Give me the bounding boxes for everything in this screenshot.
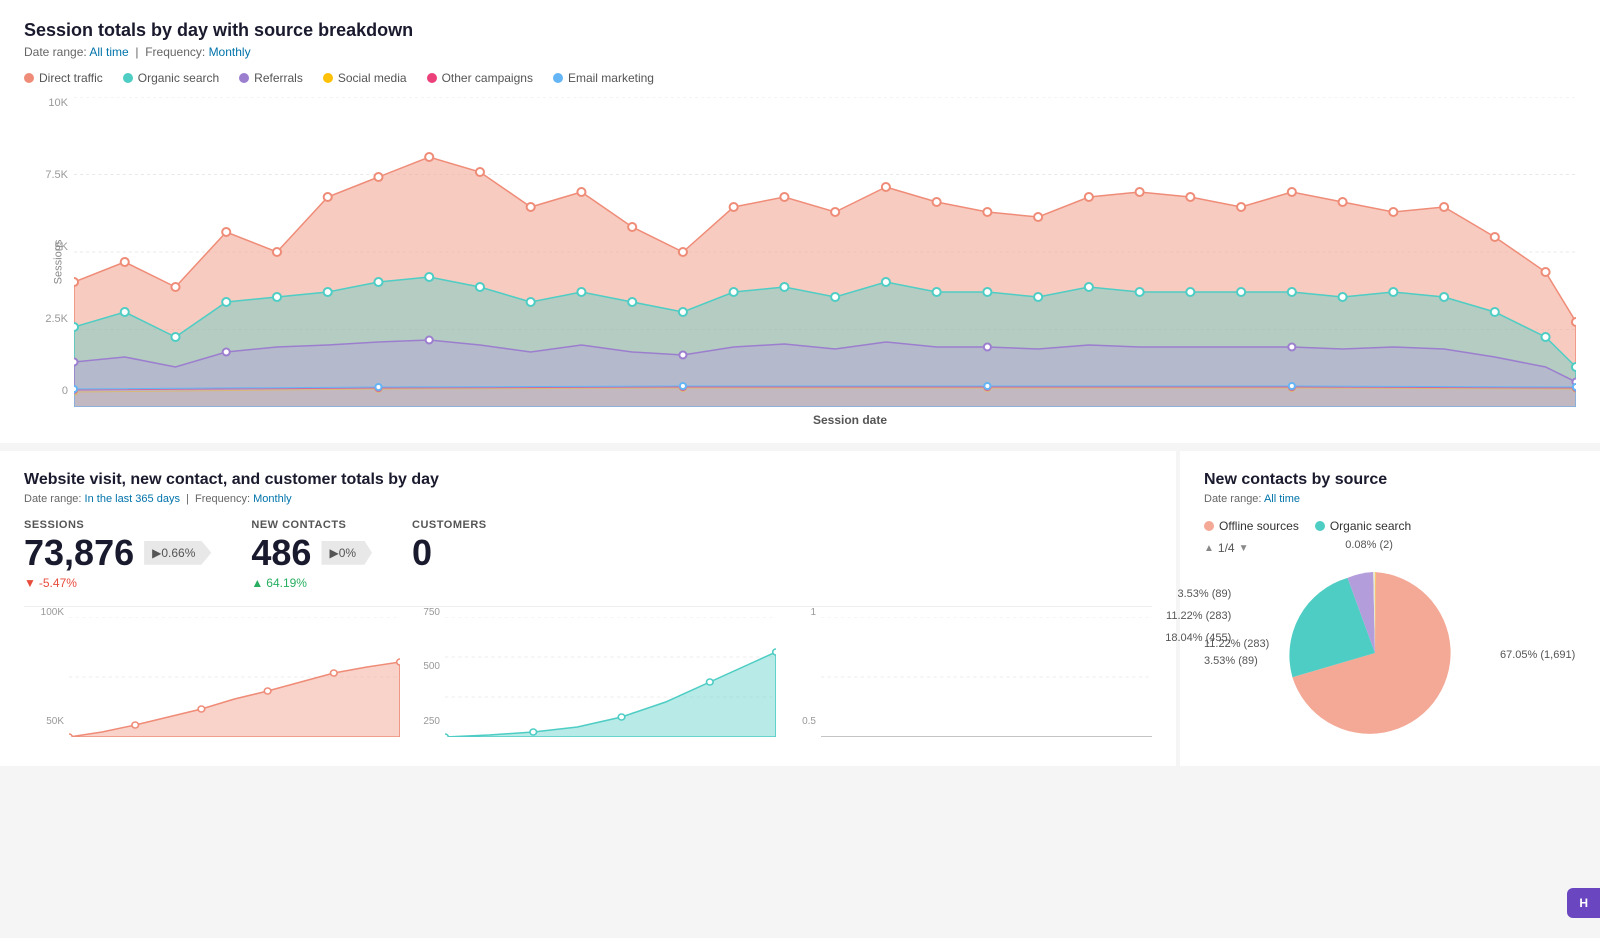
sessions-label: SESSIONS <box>24 519 211 531</box>
legend-dot-referrals <box>239 73 249 83</box>
bottom-right-panel: New contacts by source Date range: All t… <box>1180 451 1600 766</box>
legend-label-other: Other campaigns <box>442 71 533 85</box>
pie-right-label: 67.05% (1,691) <box>1500 649 1575 661</box>
pie-svg <box>1285 563 1465 743</box>
sessions-y-100k: 100K <box>24 607 64 618</box>
contacts-metric: NEW CONTACTS 486 ▶ 0% ▲ 64.19% <box>251 519 372 590</box>
legend-dot-organic <box>123 73 133 83</box>
customers-mini-chart: 1 0.5 <box>776 606 1152 740</box>
top-chart-subtitle: Date range: All time | Frequency: Monthl… <box>24 45 1576 59</box>
contacts-value: 486 <box>251 533 311 573</box>
sessions-mini-svg <box>69 617 400 737</box>
legend-dot-direct <box>24 73 34 83</box>
pie-label-offline: Offline sources <box>1219 519 1299 533</box>
top-chart-frequency: Monthly <box>209 45 251 59</box>
customers-y-05: 0.5 <box>776 716 816 727</box>
pie-dot-offline <box>1204 521 1214 531</box>
y-tick-10k: 10K <box>24 97 68 109</box>
y-tick-75k: 7.5K <box>24 169 68 181</box>
legend-label-direct: Direct traffic <box>39 71 103 85</box>
legend-label-email: Email marketing <box>568 71 654 85</box>
sessions-mini-chart: 100K 50K <box>24 606 400 740</box>
legend-label-social: Social media <box>338 71 407 85</box>
customers-y-1: 1 <box>776 607 816 618</box>
bottom-left-title: Website visit, new contact, and customer… <box>24 471 1152 489</box>
sessions-y-50k: 50K <box>24 716 64 727</box>
legend-label-organic: Organic search <box>138 71 219 85</box>
pie-pagination: 1/4 <box>1218 541 1235 555</box>
x-axis-label: Session date <box>124 413 1576 427</box>
contacts-y-750: 750 <box>400 607 440 618</box>
sessions-badge: ▶ 0.66% <box>144 541 211 565</box>
contacts-y-250: 250 <box>400 716 440 727</box>
legend-label-referrals: Referrals <box>254 71 303 85</box>
y-tick-25k: 2.5K <box>24 313 68 325</box>
contacts-badge: ▶ 0% <box>321 541 372 565</box>
bottom-left-panel: Website visit, new contact, and customer… <box>0 451 1176 766</box>
legend-item-organic: Organic search <box>123 71 219 85</box>
pie-label-organic: Organic search <box>1330 519 1411 533</box>
pie-chart-wrapper: 11.22% (283) 3.53% (89) 11.22% (283) 3.5… <box>1204 563 1576 746</box>
y-axis-label: Sessions <box>52 240 64 285</box>
pie-pct-1804: 18.04% (455) <box>1165 627 1231 649</box>
customers-metric: CUSTOMERS 0 <box>412 519 487 573</box>
sessions-metric: SESSIONS 73,876 ▶ 0.66% ▼ -5.47% <box>24 519 211 590</box>
br-date-range: All time <box>1264 493 1300 505</box>
legend-item-referrals: Referrals <box>239 71 303 85</box>
metrics-row: SESSIONS 73,876 ▶ 0.66% ▼ -5.47% NEW CON… <box>24 519 1152 590</box>
pie-top-label: 0.08% (2) <box>1345 539 1393 551</box>
contacts-mini-chart: 750 500 250 <box>400 606 776 740</box>
contacts-change: ▲ 64.19% <box>251 576 372 590</box>
contacts-y-500: 500 <box>400 661 440 672</box>
legend-dot-social <box>323 73 333 83</box>
legend-item-other: Other campaigns <box>427 71 533 85</box>
pie-pct-353: 3.53% (89) <box>1165 583 1231 605</box>
pie-dot-organic <box>1315 521 1325 531</box>
customers-label: CUSTOMERS <box>412 519 487 531</box>
contacts-mini-svg <box>445 617 776 737</box>
mini-charts-row: 100K 50K 750 <box>24 606 1152 740</box>
legend-item-social: Social media <box>323 71 407 85</box>
top-chart-title: Session totals by day with source breakd… <box>24 20 1576 41</box>
legend-dot-other <box>427 73 437 83</box>
legend-item-email: Email marketing <box>553 71 654 85</box>
main-chart-svg: Sep 2017 Feb 2018 Jul 2018 Dec 2018 May … <box>74 97 1576 407</box>
sessions-value: 73,876 <box>24 533 134 573</box>
y-tick-0: 0 <box>24 385 68 397</box>
bl-frequency: Monthly <box>253 493 292 505</box>
contacts-label: NEW CONTACTS <box>251 519 372 531</box>
pie-nav-down-icon[interactable]: ▼ <box>1239 543 1249 554</box>
legend-item-direct: Direct traffic <box>24 71 103 85</box>
top-chart-legend: Direct traffic Organic search Referrals … <box>24 71 1576 85</box>
pie-nav-up-icon[interactable]: ▲ <box>1204 543 1214 554</box>
hubspot-button[interactable]: H <box>1567 888 1600 918</box>
sessions-change: ▼ -5.47% <box>24 576 211 590</box>
pie-chart-container: 3.53% (89) 11.22% (283) 18.04% (455) 0.0… <box>1285 563 1465 746</box>
pie-legend-row: Offline sources Organic search <box>1204 519 1576 533</box>
bottom-left-subtitle: Date range: In the last 365 days | Frequ… <box>24 493 1152 505</box>
bl-date-range: In the last 365 days <box>85 493 180 505</box>
customers-mini-svg <box>821 617 1152 737</box>
pie-legend-organic: Organic search <box>1315 519 1411 533</box>
top-chart-date-range: All time <box>89 45 128 59</box>
pie-legend-offline: Offline sources <box>1204 519 1299 533</box>
pie-label-353: 3.53% (89) <box>1204 655 1269 667</box>
bottom-section: Website visit, new contact, and customer… <box>0 451 1600 766</box>
bottom-right-title: New contacts by source <box>1204 471 1576 489</box>
customers-value: 0 <box>412 533 432 573</box>
pie-left-labels: 3.53% (89) 11.22% (283) 18.04% (455) <box>1165 583 1231 649</box>
top-chart-section: Session totals by day with source breakd… <box>0 0 1600 443</box>
pie-pct-1122: 11.22% (283) <box>1165 605 1231 627</box>
bottom-right-subtitle: Date range: All time <box>1204 493 1576 505</box>
legend-dot-email <box>553 73 563 83</box>
